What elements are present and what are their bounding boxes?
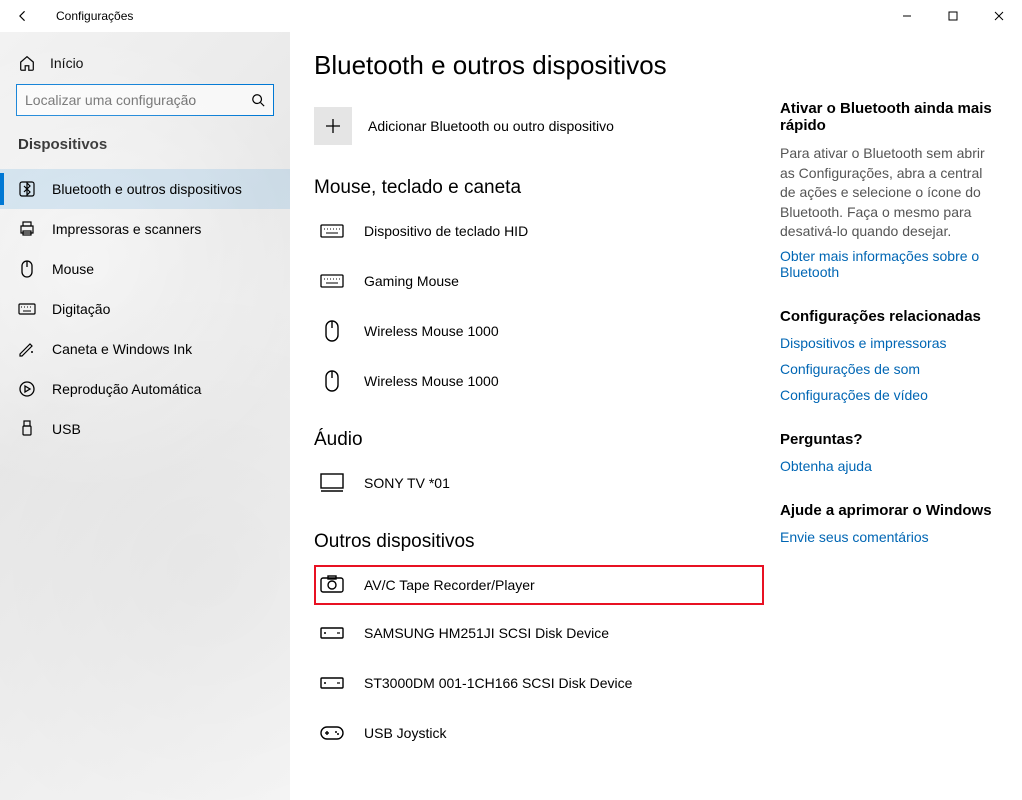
page-heading: Bluetooth e outros dispositivos [314,50,764,81]
feedback-link[interactable]: Envie seus comentários [780,529,998,545]
sidebar-category: Dispositivos [0,130,290,169]
aside-bt-heading: Ativar o Bluetooth ainda mais rápido [780,100,998,134]
back-arrow-icon [16,9,30,23]
aside-help-heading: Perguntas? [780,431,998,448]
device-label: AV/C Tape Recorder/Player [364,577,535,593]
sidebar-item-label: Impressoras e scanners [52,221,201,237]
content: Bluetooth e outros dispositivos Adiciona… [290,32,1022,800]
sidebar-item-bluetooth[interactable]: Bluetooth e outros dispositivos [0,169,290,209]
home-icon [18,54,36,72]
mouse-icon [320,370,344,392]
device-label: ST3000DM 001-1CH166 SCSI Disk Device [364,675,632,691]
device-row[interactable]: USB Joystick [314,713,764,753]
aside-improve-heading: Ajude a aprimorar o Windows [780,502,998,519]
search-icon [251,93,265,107]
minimize-button[interactable] [884,0,930,32]
section-heading-audio: Áudio [314,429,764,451]
device-label: SONY TV *01 [364,475,450,491]
device-row[interactable]: Wireless Mouse 1000 [314,311,764,351]
bluetooth-icon [18,180,36,198]
device-row[interactable]: Gaming Mouse [314,261,764,301]
keyboard-icon [320,220,344,242]
device-row[interactable]: Dispositivo de teclado HID [314,211,764,251]
sidebar-item-label: Reprodução Automática [52,381,201,397]
plus-tile [314,107,352,145]
gamepad-icon [320,722,344,744]
plus-icon [325,118,341,134]
sidebar-item-typing[interactable]: Digitação [0,289,290,329]
home-label: Início [50,55,83,71]
sidebar: Início Dispositivos Bluetooth e outros d… [0,32,290,800]
related-link[interactable]: Dispositivos e impressoras [780,335,998,351]
camera-icon [320,574,344,596]
help-link[interactable]: Obtenha ajuda [780,458,998,474]
search-box[interactable] [16,84,274,116]
keyboard-icon [18,300,36,318]
section-heading-input: Mouse, teclado e caneta [314,177,764,199]
sidebar-item-autoplay[interactable]: Reprodução Automática [0,369,290,409]
drive-icon [320,672,344,694]
back-button[interactable] [0,0,46,32]
autoplay-icon [18,380,36,398]
device-label: Gaming Mouse [364,273,459,289]
aside-related-heading: Configurações relacionadas [780,308,998,325]
device-label: SAMSUNG HM251JI SCSI Disk Device [364,625,609,641]
mouse-icon [320,320,344,342]
titlebar: Configurações [0,0,1022,32]
minimize-icon [902,11,912,21]
add-device-label: Adicionar Bluetooth ou outro dispositivo [368,118,614,134]
maximize-icon [948,11,958,21]
device-row[interactable]: ST3000DM 001-1CH166 SCSI Disk Device [314,663,764,703]
maximize-button[interactable] [930,0,976,32]
pen-icon [18,340,36,358]
related-link[interactable]: Configurações de vídeo [780,387,998,403]
sidebar-item-mouse[interactable]: Mouse [0,249,290,289]
monitor-icon [320,472,344,494]
sidebar-item-label: Mouse [52,261,94,277]
sidebar-item-label: Caneta e Windows Ink [52,341,192,357]
sidebar-item-label: Bluetooth e outros dispositivos [52,181,242,197]
section-heading-other: Outros dispositivos [314,531,764,553]
device-label: Dispositivo de teclado HID [364,223,528,239]
close-icon [994,11,1004,21]
sidebar-home[interactable]: Início [0,46,290,84]
printer-icon [18,220,36,238]
device-label: USB Joystick [364,725,446,741]
drive-icon [320,622,344,644]
device-row[interactable]: Wireless Mouse 1000 [314,361,764,401]
device-label: Wireless Mouse 1000 [364,323,499,339]
add-device-button[interactable]: Adicionar Bluetooth ou outro dispositivo [314,107,764,145]
device-row[interactable]: SONY TV *01 [314,463,764,503]
aside-bt-body: Para ativar o Bluetooth sem abrir as Con… [780,144,998,242]
search-input[interactable] [25,92,251,108]
aside-bt-link[interactable]: Obter mais informações sobre o Bluetooth [780,248,998,280]
sidebar-item-printers[interactable]: Impressoras e scanners [0,209,290,249]
usb-icon [18,420,36,438]
sidebar-item-pen[interactable]: Caneta e Windows Ink [0,329,290,369]
device-label: Wireless Mouse 1000 [364,373,499,389]
close-button[interactable] [976,0,1022,32]
sidebar-item-usb[interactable]: USB [0,409,290,449]
mouse-icon [18,260,36,278]
device-row[interactable]: SAMSUNG HM251JI SCSI Disk Device [314,613,764,653]
window-title: Configurações [56,9,133,23]
related-link[interactable]: Configurações de som [780,361,998,377]
sidebar-item-label: Digitação [52,301,110,317]
keyboard-icon [320,270,344,292]
device-row[interactable]: AV/C Tape Recorder/Player [314,565,764,605]
sidebar-item-label: USB [52,421,81,437]
